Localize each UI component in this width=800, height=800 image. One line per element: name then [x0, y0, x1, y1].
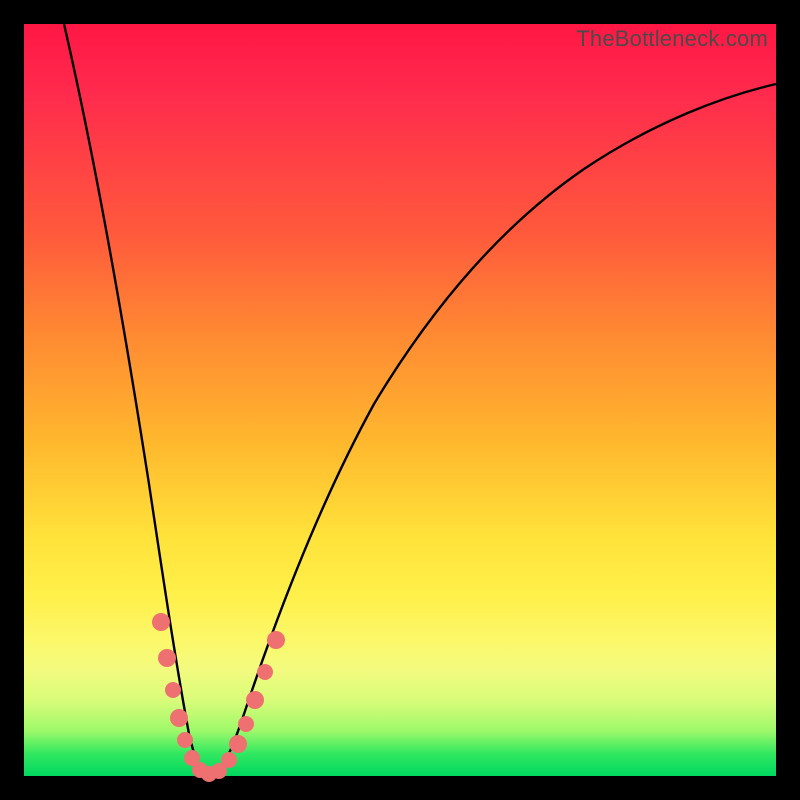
marker-dot [221, 752, 237, 768]
marker-dot [158, 649, 176, 667]
marker-dot [229, 735, 247, 753]
bottleneck-curve [24, 24, 776, 776]
curve-right-branch [209, 84, 776, 776]
chart-frame: TheBottleneck.com [0, 0, 800, 800]
marker-dot [267, 631, 285, 649]
marker-dot [170, 709, 188, 727]
plot-area: TheBottleneck.com [24, 24, 776, 776]
marker-dot [152, 613, 170, 631]
marker-dot [257, 664, 273, 680]
curve-left-branch [64, 24, 209, 776]
marker-dot [177, 732, 193, 748]
marker-dot [165, 682, 181, 698]
marker-dot [246, 691, 264, 709]
marker-dot [238, 716, 254, 732]
